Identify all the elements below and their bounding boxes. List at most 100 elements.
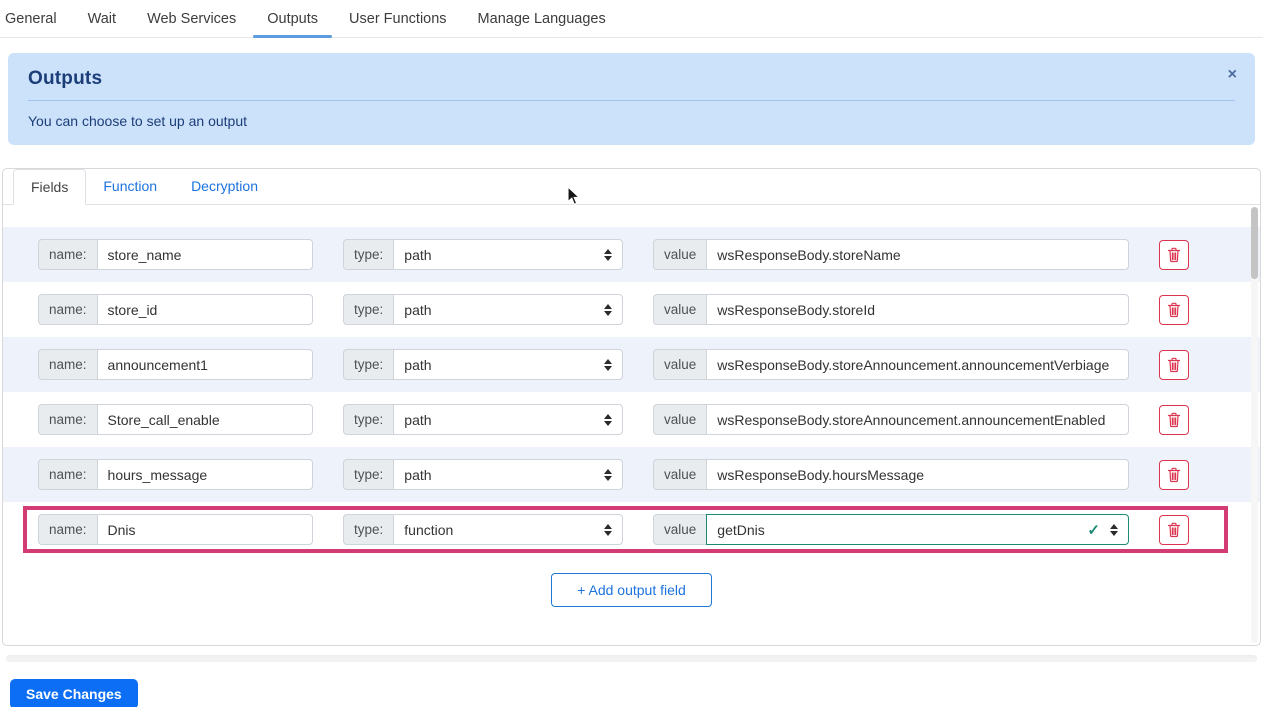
- tab-decryption[interactable]: Decryption: [174, 169, 275, 204]
- value-select[interactable]: getDnis ✓: [706, 514, 1129, 545]
- value-input[interactable]: [706, 294, 1129, 325]
- output-field-row: name: type: path value: [3, 227, 1260, 282]
- value-label: value: [653, 459, 707, 490]
- value-field-group: value: [653, 404, 1129, 435]
- value-input[interactable]: [706, 459, 1129, 490]
- outputs-alert: Outputs You can choose to set up an outp…: [8, 53, 1255, 145]
- trash-icon: [1167, 247, 1181, 262]
- close-icon[interactable]: ×: [1228, 67, 1237, 83]
- section-divider: [6, 655, 1257, 662]
- select-arrows-icon: [604, 358, 612, 371]
- nav-tab-outputs[interactable]: Outputs: [253, 0, 332, 38]
- outputs-page: General Wait Web Services Outputs User F…: [0, 0, 1263, 707]
- delete-row-button[interactable]: [1159, 349, 1189, 380]
- type-select[interactable]: path: [393, 239, 623, 270]
- scrollbar-thumb[interactable]: [1251, 207, 1258, 279]
- select-arrows-icon: [604, 303, 612, 316]
- nav-tab-manage-languages[interactable]: Manage Languages: [478, 0, 606, 37]
- trash-icon: [1167, 357, 1181, 372]
- select-arrows-icon: [604, 413, 612, 426]
- panel-content: name: type: path value name:: [3, 205, 1260, 645]
- nav-tab-user-functions[interactable]: User Functions: [349, 0, 447, 37]
- save-changes-button[interactable]: Save Changes: [10, 679, 138, 707]
- type-select[interactable]: function: [393, 514, 623, 545]
- name-input[interactable]: [96, 459, 313, 490]
- select-arrows-icon: [604, 468, 612, 481]
- type-select[interactable]: path: [393, 459, 623, 490]
- type-select[interactable]: path: [393, 404, 623, 435]
- output-field-row: name: type: function value getDnis ✓: [3, 502, 1260, 557]
- name-label: name:: [38, 514, 97, 545]
- type-label: type:: [343, 459, 394, 490]
- select-arrows-icon: [604, 248, 612, 261]
- value-label: value: [653, 514, 707, 545]
- nav-tab-wait[interactable]: Wait: [88, 0, 116, 37]
- name-field-group: name:: [38, 239, 313, 270]
- nav-tab-general[interactable]: General: [5, 0, 57, 37]
- name-input[interactable]: [96, 404, 313, 435]
- value-field-group: value: [653, 294, 1129, 325]
- value-field-group: value: [653, 459, 1129, 490]
- select-arrows-icon: [1110, 523, 1118, 536]
- tab-function[interactable]: Function: [86, 169, 174, 204]
- name-input[interactable]: [96, 349, 313, 380]
- type-field-group: type: path: [343, 239, 623, 270]
- value-field-group: value: [653, 349, 1129, 380]
- type-select[interactable]: path: [393, 294, 623, 325]
- delete-row-button[interactable]: [1159, 514, 1189, 545]
- scrollbar[interactable]: [1251, 207, 1258, 643]
- type-label: type:: [343, 294, 394, 325]
- fields-rows: name: type: path value name:: [3, 227, 1260, 557]
- add-button-row: + Add output field: [3, 573, 1260, 645]
- valid-check-icon: ✓: [1087, 521, 1100, 539]
- top-nav: General Wait Web Services Outputs User F…: [0, 0, 1263, 38]
- delete-row-button[interactable]: [1159, 459, 1189, 490]
- name-input[interactable]: [96, 294, 313, 325]
- trash-icon: [1167, 467, 1181, 482]
- type-label: type:: [343, 514, 394, 545]
- name-label: name:: [38, 294, 97, 325]
- value-label: value: [653, 294, 707, 325]
- output-field-row: name: type: path value: [3, 282, 1260, 337]
- value-input[interactable]: [706, 349, 1129, 380]
- value-label: value: [653, 404, 707, 435]
- tab-fields[interactable]: Fields: [13, 169, 87, 205]
- name-field-group: name:: [38, 404, 313, 435]
- type-label: type:: [343, 349, 394, 380]
- fields-panel: Fields Function Decryption name: type: p…: [2, 168, 1261, 646]
- name-label: name:: [38, 239, 97, 270]
- delete-row-button[interactable]: [1159, 294, 1189, 325]
- value-field-group: value: [653, 239, 1129, 270]
- type-field-group: type: path: [343, 294, 623, 325]
- name-label: name:: [38, 404, 97, 435]
- name-input[interactable]: [96, 514, 313, 545]
- name-field-group: name:: [38, 459, 313, 490]
- type-field-group: type: path: [343, 349, 623, 380]
- delete-row-button[interactable]: [1159, 404, 1189, 435]
- name-label: name:: [38, 459, 97, 490]
- type-field-group: type: path: [343, 459, 623, 490]
- nav-tab-web-services[interactable]: Web Services: [147, 0, 236, 37]
- value-label: value: [653, 349, 707, 380]
- delete-row-button[interactable]: [1159, 239, 1189, 270]
- type-label: type:: [343, 404, 394, 435]
- value-input[interactable]: [706, 404, 1129, 435]
- select-arrows-icon: [604, 523, 612, 536]
- trash-icon: [1167, 522, 1181, 537]
- add-output-field-button[interactable]: + Add output field: [551, 573, 712, 607]
- name-input[interactable]: [96, 239, 313, 270]
- name-field-group: name:: [38, 294, 313, 325]
- output-field-row: name: type: path value: [3, 447, 1260, 502]
- alert-title: Outputs: [28, 68, 103, 89]
- output-field-row: name: type: path value: [3, 392, 1260, 447]
- value-field-group: value getDnis ✓: [653, 514, 1129, 545]
- output-field-row: name: type: path value: [3, 337, 1260, 392]
- alert-message: You can choose to set up an output: [28, 113, 247, 129]
- type-field-group: type: path: [343, 404, 623, 435]
- value-label: value: [653, 239, 707, 270]
- value-input[interactable]: [706, 239, 1129, 270]
- trash-icon: [1167, 302, 1181, 317]
- panel-tabs: Fields Function Decryption: [3, 169, 1260, 205]
- type-select[interactable]: path: [393, 349, 623, 380]
- type-field-group: type: function: [343, 514, 623, 545]
